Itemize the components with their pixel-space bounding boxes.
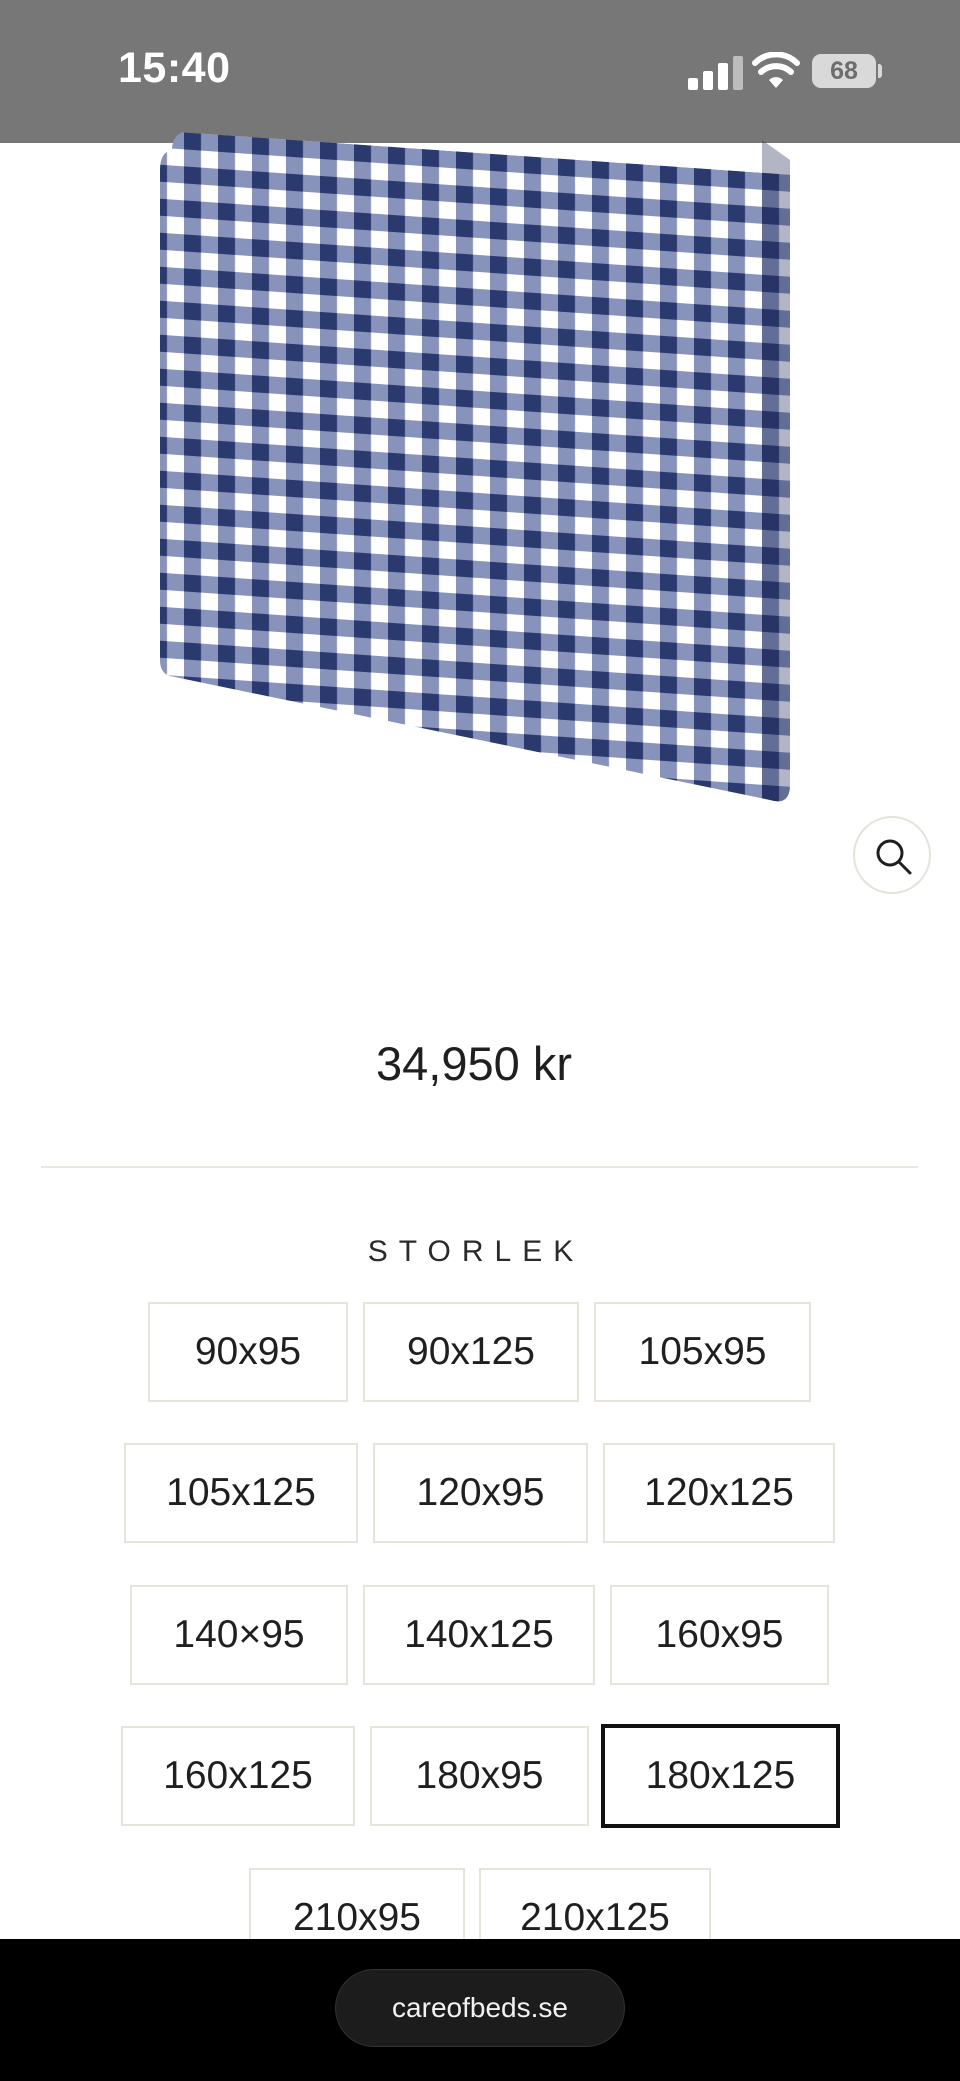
size-option-140x95[interactable]: 140×95 (130, 1585, 348, 1685)
product-price: 34,950 kr (376, 1037, 572, 1090)
size-option-120x125[interactable]: 120x125 (603, 1443, 835, 1543)
search-icon (876, 839, 912, 875)
address-bar[interactable]: careofbeds.se (335, 1969, 625, 2047)
signal-icon (688, 56, 743, 90)
battery-icon: 68 (812, 54, 876, 88)
size-option-120x95[interactable]: 120x95 (373, 1443, 588, 1543)
size-option-160x95[interactable]: 160x95 (610, 1585, 829, 1685)
status-time: 15:40 (118, 44, 231, 92)
size-heading: STORLEK (367, 1235, 585, 1268)
size-option-90x95[interactable]: 90x95 (148, 1302, 348, 1402)
size-option-90x125[interactable]: 90x125 (363, 1302, 579, 1402)
size-option-180x125-selected[interactable]: 180x125 (601, 1724, 840, 1828)
zoom-button[interactable] (853, 816, 931, 894)
size-option-105x95[interactable]: 105x95 (594, 1302, 811, 1402)
battery-nub (878, 64, 882, 78)
wifi-icon (752, 52, 800, 88)
status-bar: 15:40 68 (0, 0, 960, 143)
size-option-180x95[interactable]: 180x95 (370, 1726, 589, 1826)
size-option-105x125[interactable]: 105x125 (124, 1443, 358, 1543)
size-option-140x125[interactable]: 140x125 (363, 1585, 595, 1685)
headboard-fabric (160, 130, 790, 802)
divider (41, 1166, 918, 1168)
browser-bottom-bar: careofbeds.se (0, 1939, 960, 2081)
product-image[interactable] (150, 130, 810, 810)
size-option-160x125[interactable]: 160x125 (121, 1726, 355, 1826)
